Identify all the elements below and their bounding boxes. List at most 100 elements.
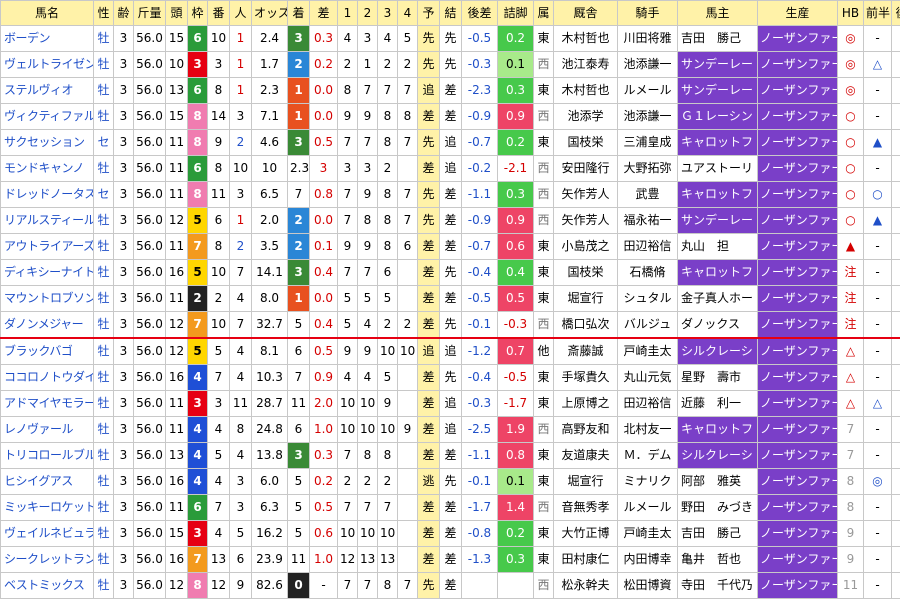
table-row[interactable]: トリコロールブルー牡356.01345413.830.3788差差-1.10.8… [0,442,900,469]
cell-c1: 4 [337,25,358,52]
table-row[interactable]: ヒシイグアス牡 3 56.0 16 4 4 3 6.0 5 0.2 2 2 2 逃先 -0.1 0.1 東堀宣行… [0,468,900,495]
cell-name[interactable]: ドレッドノータス [0,181,94,208]
cell-name[interactable]: リアルスティール [0,207,94,234]
table-row[interactable]: ココロノトウダイ牡 3 56.0 16 4 7 4 10.3 7 0.9 4 4 5 差先 -0.4 -0.5… [0,364,900,391]
cell-farm: ノーザンファーム [757,77,838,104]
cell-name[interactable]: マウントロブソン [0,285,94,312]
cell-odds: 7.1 [251,103,288,130]
column-header[interactable]: 2 [357,0,378,26]
table-row[interactable]: ディキシーナイト牡 3 56.0 16 5 10 7 14.1 3 0.4 7 7 6 差先 -0.4 0.4… [0,259,900,286]
cell-name[interactable]: ヴィクティファルス [0,103,94,130]
cell-tsume: 0.9 [497,207,534,234]
table-row[interactable]: ヴェイルネビュラ牡 3 56.0 15 3 4 5 16.2 5 0.6 10 10 10 差差 -0.8 0… [0,520,900,547]
cell-chaku: 5 [287,311,310,339]
column-header[interactable]: 生産 [757,0,838,26]
table-row[interactable]: モンドキャンノ牡 3 56.0 11 6 8 10 10 2.3 3 3 3 2 差追 -0.2 -2.1 西安… [0,155,900,182]
column-header[interactable]: 性 [93,0,114,26]
column-header[interactable]: 予 [417,0,440,26]
cell-name[interactable]: ヒシイグアス [0,468,94,495]
cell-kou: ▲ [891,181,900,208]
cell-c2: 8 [357,207,378,234]
column-header[interactable]: 属 [533,0,554,26]
table-row[interactable]: ヴェルトライゼンデ牡356.0103311.720.22122先先-0.30.1… [0,51,900,78]
cell-yo: 先 [417,51,440,78]
cell-name[interactable]: ミッキーロケット [0,494,94,521]
cell-jockey: 武豊 [617,181,678,208]
cell-ke: 差 [439,207,462,234]
cell-name[interactable]: ダノンメジャー [0,311,94,339]
column-header[interactable]: オッズ [251,0,288,26]
column-header[interactable]: 後半 [891,0,900,26]
table-row[interactable]: ドレッドノータスセ 3 56.0 11 8 11 3 6.5 7 0.8 7 9 8 7 先差 -1.1 0.3… [0,181,900,208]
table-row[interactable]: ミッキーロケット牡 3 56.0 11 6 7 3 6.3 5 0.5 7 7 7 差差 -1.7 1.4 西音… [0,494,900,521]
column-header[interactable]: 番 [207,0,230,26]
cell-name[interactable]: ベストミックス [0,572,94,599]
column-header[interactable]: 前半 [863,0,892,26]
table-row[interactable]: ブラックバゴ牡 3 56.0 12 5 5 4 8.1 6 0.5 9 9 10 10 追追 -1.2 0.7 他… [0,337,900,365]
column-header[interactable]: 厩舎 [553,0,618,26]
cell-name[interactable]: ヴェルトライゼンデ [0,51,94,78]
table-row[interactable]: レノヴァール牡 3 56.0 11 4 4 8 24.8 6 1.0 10 10 10 9 差追 -2.5 1.… [0,416,900,443]
cell-name[interactable]: レノヴァール [0,416,94,443]
cell-sa: 2.0 [309,390,338,417]
cell-name[interactable]: ココロノトウダイ [0,364,94,391]
column-header[interactable]: 馬名 [0,0,94,26]
table-row[interactable]: アドマイヤモラール牡356.011331128.7112.010109差追-0.… [0,390,900,417]
cell-stable: 橋口弘次 [553,311,618,339]
cell-sex: 牡 [93,442,114,469]
cell-name[interactable]: シークレットラン [0,546,94,573]
column-header[interactable]: 差 [309,0,338,26]
table-row[interactable]: ダノンメジャー牡 3 56.0 12 7 10 7 32.7 5 0.4 5 4 2 2 差先 -0.1 -0.… [0,311,900,339]
column-header[interactable]: 詰脚 [497,0,534,26]
column-header[interactable]: 1 [337,0,358,26]
cell-c1: 10 [337,520,358,547]
column-header[interactable]: 3 [377,0,398,26]
cell-c2: 4 [357,311,378,339]
cell-zoku: 西 [533,51,554,78]
cell-kou: - [891,520,900,547]
column-header[interactable]: 結 [439,0,462,26]
cell-name[interactable]: ボーデン [0,25,94,52]
table-row[interactable]: シークレットラン牡 3 56.0 16 7 13 6 23.9 11 1.0 12 13 13 差差 -1.… [0,546,900,573]
column-header[interactable]: 騎手 [617,0,678,26]
table-row[interactable]: アウトライアーズ牡 3 56.0 11 7 8 2 3.5 2 0.1 9 9 8 6 差差 -0.7 0.6 東… [0,233,900,260]
cell-name[interactable]: サクセッション [0,129,94,156]
cell-name[interactable]: ディキシーナイト [0,259,94,286]
column-header[interactable]: 人 [229,0,252,26]
cell-hb: 注 [837,285,864,312]
table-row[interactable]: ヴィクティファルス牡356.01581437.110.09988差差-0.90.… [0,103,900,130]
cell-name[interactable]: アウトライアーズ [0,233,94,260]
cell-name[interactable]: トリコロールブルー [0,442,94,469]
table-row[interactable]: ボーデン牡 3 56.0 15 6 10 1 2.4 3 0.3 4 3 4 5 先先 -0.5 0.2 東木村哲… [0,25,900,52]
cell-stable: 小島茂之 [553,233,618,260]
cell-name[interactable]: ブラックバゴ [0,337,94,365]
cell-ninki: 7 [229,259,252,286]
column-header[interactable]: 後差 [461,0,498,26]
column-header[interactable]: 齢 [113,0,134,26]
column-header[interactable]: HB [837,0,864,26]
cell-name[interactable]: ヴェイルネビュラ [0,520,94,547]
column-header[interactable]: 斤量 [133,0,166,26]
table-row[interactable]: ベストミックス牡 3 56.0 12 8 12 9 82.6 0-7 7 8 7 先差西松永幹夫 松田博資… [0,572,900,599]
cell-kosa: -1.2 [461,337,498,365]
cell-yo: 差 [417,155,440,182]
cell-kou: ▲ [891,233,900,260]
column-header[interactable]: 着 [287,0,310,26]
cell-c1: 10 [337,416,358,443]
table-row[interactable]: ステルヴィオ牡 3 56.0 13 6 8 1 2.3 1 0.0 8 7 7 7 追差 -2.3 0.3 東木村… [0,77,900,104]
cell-chaku: 11 [287,546,310,573]
column-header[interactable]: 頭 [165,0,188,26]
cell-hb: △ [837,364,864,391]
column-header[interactable]: 4 [397,0,418,26]
cell-kg: 56.0 [133,129,166,156]
cell-c2: 3 [357,155,378,182]
column-header[interactable]: 枠 [187,0,208,26]
table-row[interactable]: リアルスティール牡 3 56.0 12 5 6 1 2.0 2 0.0 7 8 8 7 先差 -0.9 0.9 西… [0,207,900,234]
table-row[interactable]: マウントロブソン牡 3 56.0 11 2 2 4 8.0 1 0.0 5 5 5 差差 -0.5 0.5 東堀… [0,285,900,312]
table-row[interactable]: サクセッションセ 3 56.0 11 8 9 2 4.6 3 0.5 7 7 8 7 先追 -0.7 0.2 東国… [0,129,900,156]
column-header[interactable]: 馬主 [677,0,758,26]
cell-name[interactable]: アドマイヤモラール [0,390,94,417]
cell-name[interactable]: モンドキャンノ [0,155,94,182]
cell-name[interactable]: ステルヴィオ [0,77,94,104]
cell-kg: 56.0 [133,442,166,469]
